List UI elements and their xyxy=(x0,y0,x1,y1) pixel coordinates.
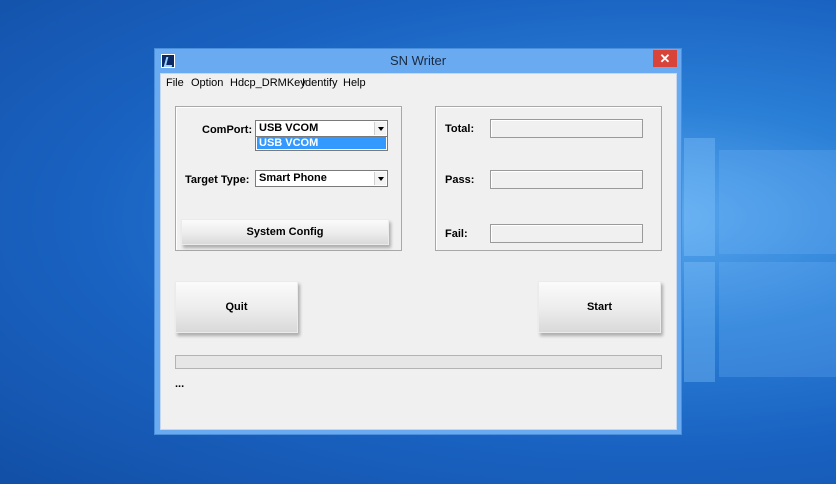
fail-field xyxy=(490,224,643,243)
target-type-select[interactable]: Smart Phone xyxy=(255,170,388,187)
menu-bar: File Option Hdcp_DRMKey Identify Help xyxy=(161,74,676,92)
window-title: SN Writer xyxy=(389,53,447,68)
chevron-down-icon[interactable] xyxy=(374,122,386,135)
target-type-label: Target Type: xyxy=(185,174,250,186)
menu-help[interactable]: Help xyxy=(343,77,366,89)
chevron-down-icon[interactable] xyxy=(374,172,386,185)
sn-writer-window: SN Writer ✕ File Option Hdcp_DRMKey Iden… xyxy=(154,48,682,435)
windows-logo-pane xyxy=(684,138,715,256)
menu-option[interactable]: Option xyxy=(191,77,223,89)
client-area: File Option Hdcp_DRMKey Identify Help Co… xyxy=(160,73,677,430)
windows-logo-pane xyxy=(719,262,836,377)
start-button[interactable]: Start xyxy=(538,281,661,333)
total-label: Total: xyxy=(445,123,475,135)
comport-option[interactable]: USB VCOM xyxy=(257,137,386,149)
close-button[interactable]: ✕ xyxy=(653,50,677,67)
total-field xyxy=(490,119,643,138)
comport-dropdown-list: USB VCOM xyxy=(255,137,388,151)
comport-value: USB VCOM xyxy=(259,122,319,134)
windows-logo-pane xyxy=(684,262,715,382)
menu-file[interactable]: File xyxy=(166,77,184,89)
pass-field xyxy=(490,170,643,189)
status-text: ... xyxy=(175,378,185,390)
windows-logo-pane xyxy=(719,150,836,254)
fail-label: Fail: xyxy=(445,228,468,240)
target-type-value: Smart Phone xyxy=(259,172,327,184)
system-config-button[interactable]: System Config xyxy=(181,219,389,245)
comport-label: ComPort: xyxy=(202,124,253,136)
title-bar[interactable]: SN Writer ✕ xyxy=(155,49,681,73)
menu-hdcp-drmkey[interactable]: Hdcp_DRMKey xyxy=(230,77,306,89)
menu-identify[interactable]: Identify xyxy=(302,77,337,89)
comport-select[interactable]: USB VCOM xyxy=(255,120,388,137)
progress-bar xyxy=(175,355,662,369)
pass-label: Pass: xyxy=(445,174,475,186)
quit-button[interactable]: Quit xyxy=(175,281,298,333)
